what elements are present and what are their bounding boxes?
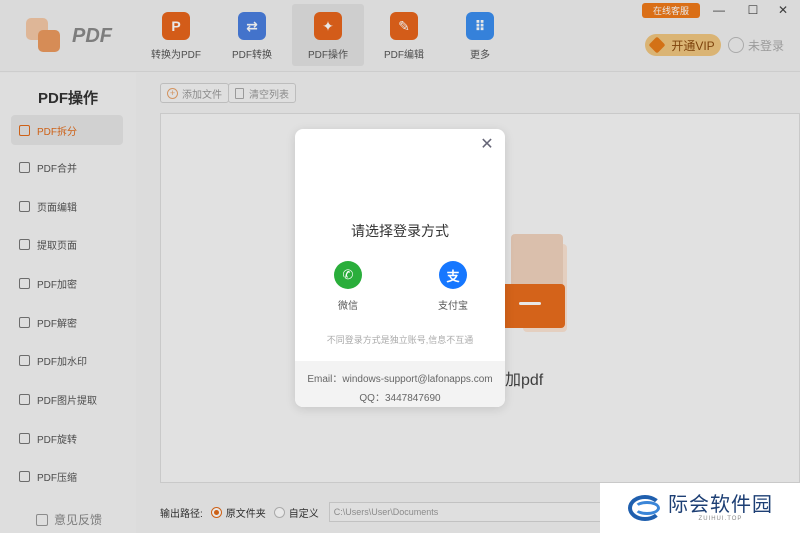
dialog-title: 请选择登录方式 <box>351 223 449 239</box>
close-icon[interactable]: ✕ <box>479 137 495 153</box>
globe-icon <box>628 491 662 525</box>
alipay-icon: 支 <box>439 261 467 289</box>
login-dialog: ✕ 请选择登录方式 ✆ 微信 支 支付宝 不同登录方式是独立账号,信息不互通 E… <box>295 129 505 407</box>
support-email: Email：windows-support@lafonapps.com <box>307 374 493 385</box>
wechat-login-option[interactable]: ✆ 微信 <box>318 261 378 312</box>
alipay-login-option[interactable]: 支 支付宝 <box>423 261 483 312</box>
dialog-footer: Email：windows-support@lafonapps.com QQ：3… <box>295 361 505 407</box>
wechat-icon: ✆ <box>334 261 362 289</box>
wechat-label: 微信 <box>338 301 358 312</box>
site-watermark: 际会软件园 ZUIHUI.TOP <box>600 483 800 533</box>
watermark-title: 际会软件园 <box>668 494 773 516</box>
account-note: 不同登录方式是独立账号,信息不互通 <box>326 335 474 345</box>
support-qq: QQ：3447847690 <box>359 393 441 404</box>
watermark-subtitle: ZUIHUI.TOP <box>698 516 743 522</box>
alipay-label: 支付宝 <box>438 301 468 312</box>
